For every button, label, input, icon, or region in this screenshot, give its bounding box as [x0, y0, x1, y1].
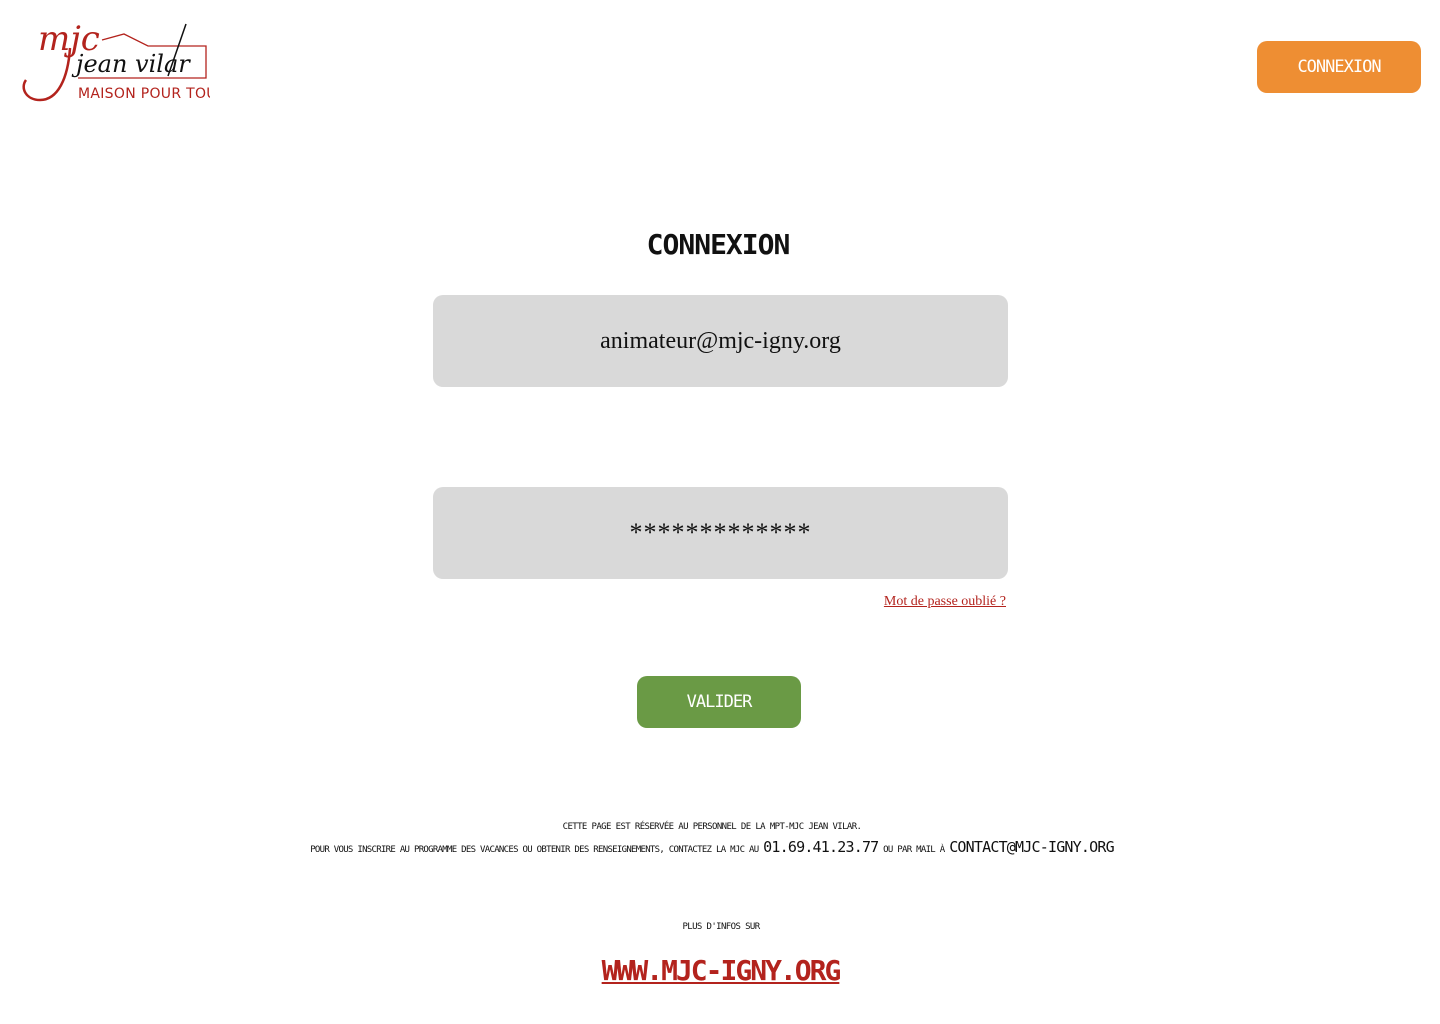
more-info-label: Plus d'infos sur: [682, 922, 760, 932]
contact-email: contact@mjc-igny.org: [949, 838, 1114, 856]
email-field[interactable]: [433, 295, 1008, 387]
website-link[interactable]: www.mjc-igny.org: [0, 954, 1440, 987]
forgot-password-link[interactable]: Mot de passe oublié ?: [884, 594, 1006, 610]
logo-graphic: mjc jean vilar MAISON POUR TOUS: [22, 19, 226, 102]
password-field[interactable]: [433, 487, 1008, 579]
logo-jean-vilar-text: jean vilar: [71, 50, 191, 78]
page-title: Connexion: [646, 228, 791, 261]
logo-tagline-text: MAISON POUR TOUS: [78, 86, 210, 102]
contact-prefix-text: Pour vous inscrire au programme des vaca…: [310, 845, 759, 855]
header-login-button[interactable]: Connexion: [1257, 41, 1421, 93]
mjc-jean-vilar-logo[interactable]: mjc jean vilar MAISON POUR TOUS: [18, 18, 226, 106]
submit-button[interactable]: Valider: [637, 676, 801, 728]
contact-middle-text: ou par mail à: [883, 845, 945, 855]
staff-only-notice: Cette page est réservée au personnel de …: [562, 822, 862, 832]
contact-info: Pour vous inscrire au programme des vaca…: [0, 838, 1424, 856]
contact-phone: 01.69.41.23.77: [763, 838, 879, 856]
